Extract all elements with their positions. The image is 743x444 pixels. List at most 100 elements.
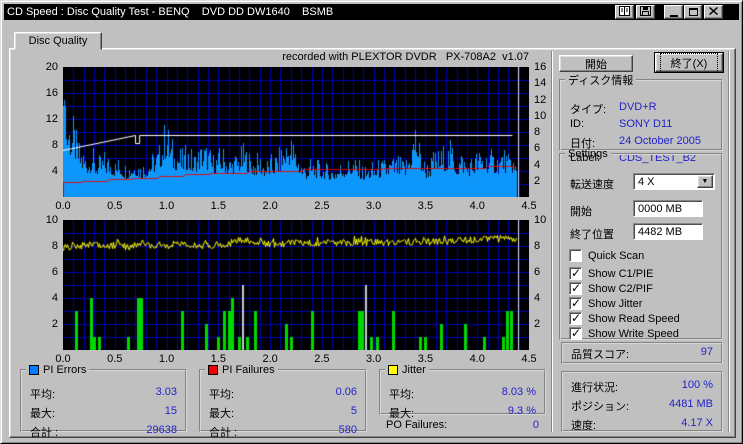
- jitter-avg-row: 平均: 8.03 %: [389, 386, 536, 402]
- axis-tick-label: 2: [35, 318, 58, 330]
- recorded-note: recorded with PLEXTOR DVDR PX-708A2 v1.0…: [251, 51, 529, 63]
- jitter-legend: Jitter: [385, 364, 429, 376]
- exit-button[interactable]: 終了(X): [655, 53, 723, 72]
- maximize-button[interactable]: [684, 5, 702, 19]
- jitter-group: Jitter 平均: 8.03 % 最大: 9.3 %: [379, 364, 546, 415]
- show-write-speed-checkbox[interactable]: ✓: [569, 327, 582, 340]
- close-button[interactable]: [704, 5, 723, 19]
- window-title: CD Speed : Disc Quality Test - BENQ DVD …: [4, 6, 333, 18]
- axis-tick-label: 4.5: [516, 200, 542, 212]
- panel-divider-left: [551, 51, 553, 432]
- pi-failures-avg-row: 平均: 0.06: [209, 386, 357, 402]
- pi-errors-legend: PI Errors: [26, 364, 89, 376]
- pi-failures-jitter-chart: [63, 220, 529, 350]
- pi-failures-title: PI Failures: [222, 364, 275, 376]
- report-icon: [619, 6, 630, 19]
- report-button[interactable]: [615, 5, 634, 19]
- axis-tick-label: 8: [35, 139, 58, 151]
- axis-tick-label: 8: [35, 240, 58, 252]
- checkbox-show-c2-pif[interactable]: ✓ Show C2/PIF: [569, 282, 653, 295]
- show-read-speed-checkbox[interactable]: ✓: [569, 312, 582, 325]
- pi-errors-chart: [63, 67, 529, 197]
- axis-tick-label: 0.0: [50, 200, 76, 212]
- disc-id-value: SONY D11: [619, 118, 672, 130]
- pi-errors-total-row: 合計 : 29638: [30, 424, 177, 440]
- pi-errors-group: PI Errors 平均: 3.03 最大: 15 合計 : 29638: [20, 364, 187, 432]
- maximize-icon: [689, 8, 698, 16]
- axis-tick-label: 2.0: [257, 200, 283, 212]
- axis-tick-label: 4.0: [464, 200, 490, 212]
- progress-label: 進行状況:: [571, 379, 618, 395]
- pi-failures-legend: PI Failures: [205, 364, 278, 376]
- pi-errors-swatch: [29, 365, 39, 375]
- start-pos-value: 0000 MB: [638, 203, 682, 215]
- quick-scan-checkbox[interactable]: ✓: [569, 249, 582, 262]
- position-value: 4481 MB: [669, 398, 713, 414]
- quality-score-label: 品質スコア:: [571, 346, 629, 362]
- minimize-button[interactable]: [664, 5, 683, 19]
- speed-combobox[interactable]: 4 X ▼: [633, 173, 715, 190]
- jitter-title: Jitter: [402, 364, 426, 376]
- end-pos-value: 4482 MB: [638, 226, 682, 238]
- checkbox-show-write-speed[interactable]: ✓ Show Write Speed: [569, 327, 679, 340]
- tab-label: Disc Quality: [29, 35, 88, 47]
- save-icon: [640, 6, 651, 19]
- close-icon: [709, 6, 718, 18]
- show-write-speed-label: Show Write Speed: [588, 328, 679, 340]
- position-label: ポジション:: [571, 398, 629, 414]
- disc-info-title: ディスク情報: [565, 72, 636, 88]
- show-read-speed-label: Show Read Speed: [588, 313, 680, 325]
- disc-info-group: ディスク情報 タイプ: DVD+R ID: SONY D11 日付: 24 Oc…: [559, 72, 723, 151]
- checkbox-show-c1-pie[interactable]: ✓ Show C1/PIE: [569, 267, 653, 280]
- progress-row: 進行状況: 100 %: [571, 379, 713, 395]
- panel-divider-right: [728, 51, 730, 432]
- disc-type-label: タイプ:: [570, 101, 606, 117]
- end-pos-label: 終了位置: [570, 226, 614, 242]
- save-button[interactable]: [636, 5, 655, 19]
- checkbox-quick-scan[interactable]: ✓ Quick Scan: [569, 249, 644, 262]
- axis-tick-label: 2.5: [309, 200, 335, 212]
- axis-tick-label: 4: [35, 292, 58, 304]
- show-jitter-label: Show Jitter: [588, 298, 642, 310]
- po-failures-label: PO Failures:: [386, 419, 447, 431]
- chevron-down-icon[interactable]: ▼: [697, 175, 713, 188]
- pi-errors-title: PI Errors: [43, 364, 86, 376]
- progress-value: 100 %: [682, 379, 713, 395]
- show-c2-pif-checkbox[interactable]: ✓: [569, 282, 582, 295]
- axis-tick-label: 6: [35, 266, 58, 278]
- checkbox-show-read-speed[interactable]: ✓ Show Read Speed: [569, 312, 680, 325]
- pi-failures-swatch: [208, 365, 218, 375]
- speed-status-label: 速度:: [571, 417, 596, 433]
- settings-group: Settings 転送速度 4 X ▼ 開始 0000 MB 終了位置 4482…: [559, 148, 723, 340]
- pi-failures-total-row: 合計 : 580: [209, 424, 357, 440]
- axis-tick-label: 1.5: [205, 200, 231, 212]
- show-c1-pie-checkbox[interactable]: ✓: [569, 267, 582, 280]
- po-failures-row: PO Failures: 0: [386, 419, 539, 431]
- progress-box: 進行状況: 100 % ポジション: 4481 MB 速度: 4.17 X: [561, 371, 723, 432]
- pi-errors-avg-row: 平均: 3.03: [30, 386, 177, 402]
- pi-failures-max-row: 最大: 5: [209, 405, 357, 421]
- quality-score-box: 品質スコア: 97: [561, 342, 723, 364]
- start-button-label: 開始: [585, 56, 607, 72]
- speed-label: 転送速度: [570, 176, 614, 192]
- axis-tick-label: 3.5: [412, 200, 438, 212]
- axis-tick-label: 0.5: [102, 200, 128, 212]
- speed-row: 速度: 4.17 X: [571, 417, 713, 433]
- checkbox-show-jitter[interactable]: ✓ Show Jitter: [569, 297, 642, 310]
- end-pos-input[interactable]: 4482 MB: [633, 223, 703, 240]
- disc-type-value: DVD+R: [619, 101, 657, 113]
- start-pos-label: 開始: [570, 203, 592, 219]
- pi-failures-group: PI Failures 平均: 0.06 最大: 5 合計 : 580: [199, 364, 367, 432]
- disc-date-value: 24 October 2005: [619, 135, 701, 147]
- jitter-swatch: [388, 365, 398, 375]
- show-jitter-checkbox[interactable]: ✓: [569, 297, 582, 310]
- axis-tick-label: 20: [35, 61, 58, 73]
- start-button[interactable]: 開始: [559, 55, 633, 72]
- axis-tick-label: 16: [35, 87, 58, 99]
- start-pos-input[interactable]: 0000 MB: [633, 200, 703, 217]
- axis-tick-label: 12: [35, 113, 58, 125]
- tab-disc-quality[interactable]: Disc Quality: [14, 32, 102, 50]
- show-c2-pif-label: Show C2/PIF: [588, 283, 653, 295]
- quality-score-row: 品質スコア: 97: [571, 346, 713, 362]
- position-row: ポジション: 4481 MB: [571, 398, 713, 414]
